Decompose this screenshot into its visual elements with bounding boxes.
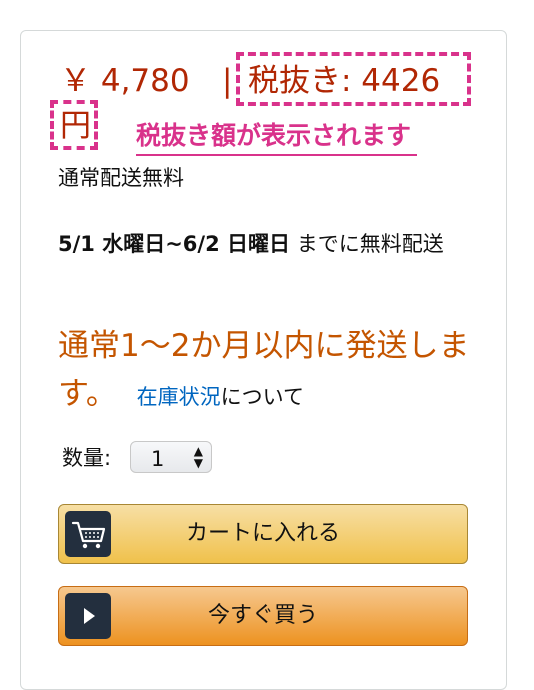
quantity-select[interactable]: 1 ▲ ▼ <box>130 441 212 473</box>
add-to-cart-label: カートに入れる <box>185 521 340 546</box>
quantity-label: 数量: <box>62 446 112 470</box>
availability: 通常1～2か月以内に発送します。 在庫状況について <box>58 322 488 421</box>
delivery-suffix: までに無料配送 <box>290 232 444 256</box>
free-shipping-label: 通常配送無料 <box>58 166 184 190</box>
add-to-cart-button[interactable]: カートに入れる <box>58 504 468 564</box>
price-separator: | <box>222 63 233 99</box>
buy-now-label: 今すぐ買う <box>207 603 318 628</box>
delivery-estimate: 5/1 水曜日~6/2 日曜日 までに無料配送 <box>58 226 478 262</box>
highlight-box-tax-price <box>236 52 471 106</box>
highlight-box-yen <box>50 100 98 150</box>
updown-arrows-icon: ▲ ▼ <box>193 444 203 470</box>
quantity-value: 1 <box>151 447 165 471</box>
stock-status-suffix: について <box>220 385 304 409</box>
annotation-note: 税抜き額が表示されます <box>136 118 418 156</box>
delivery-dates: 5/1 水曜日~6/2 日曜日 <box>58 232 291 256</box>
price: ￥ 4,780 <box>60 63 190 99</box>
stock-status-link[interactable]: 在庫状況 <box>137 385 221 409</box>
buy-now-button[interactable]: 今すぐ買う <box>58 586 468 646</box>
